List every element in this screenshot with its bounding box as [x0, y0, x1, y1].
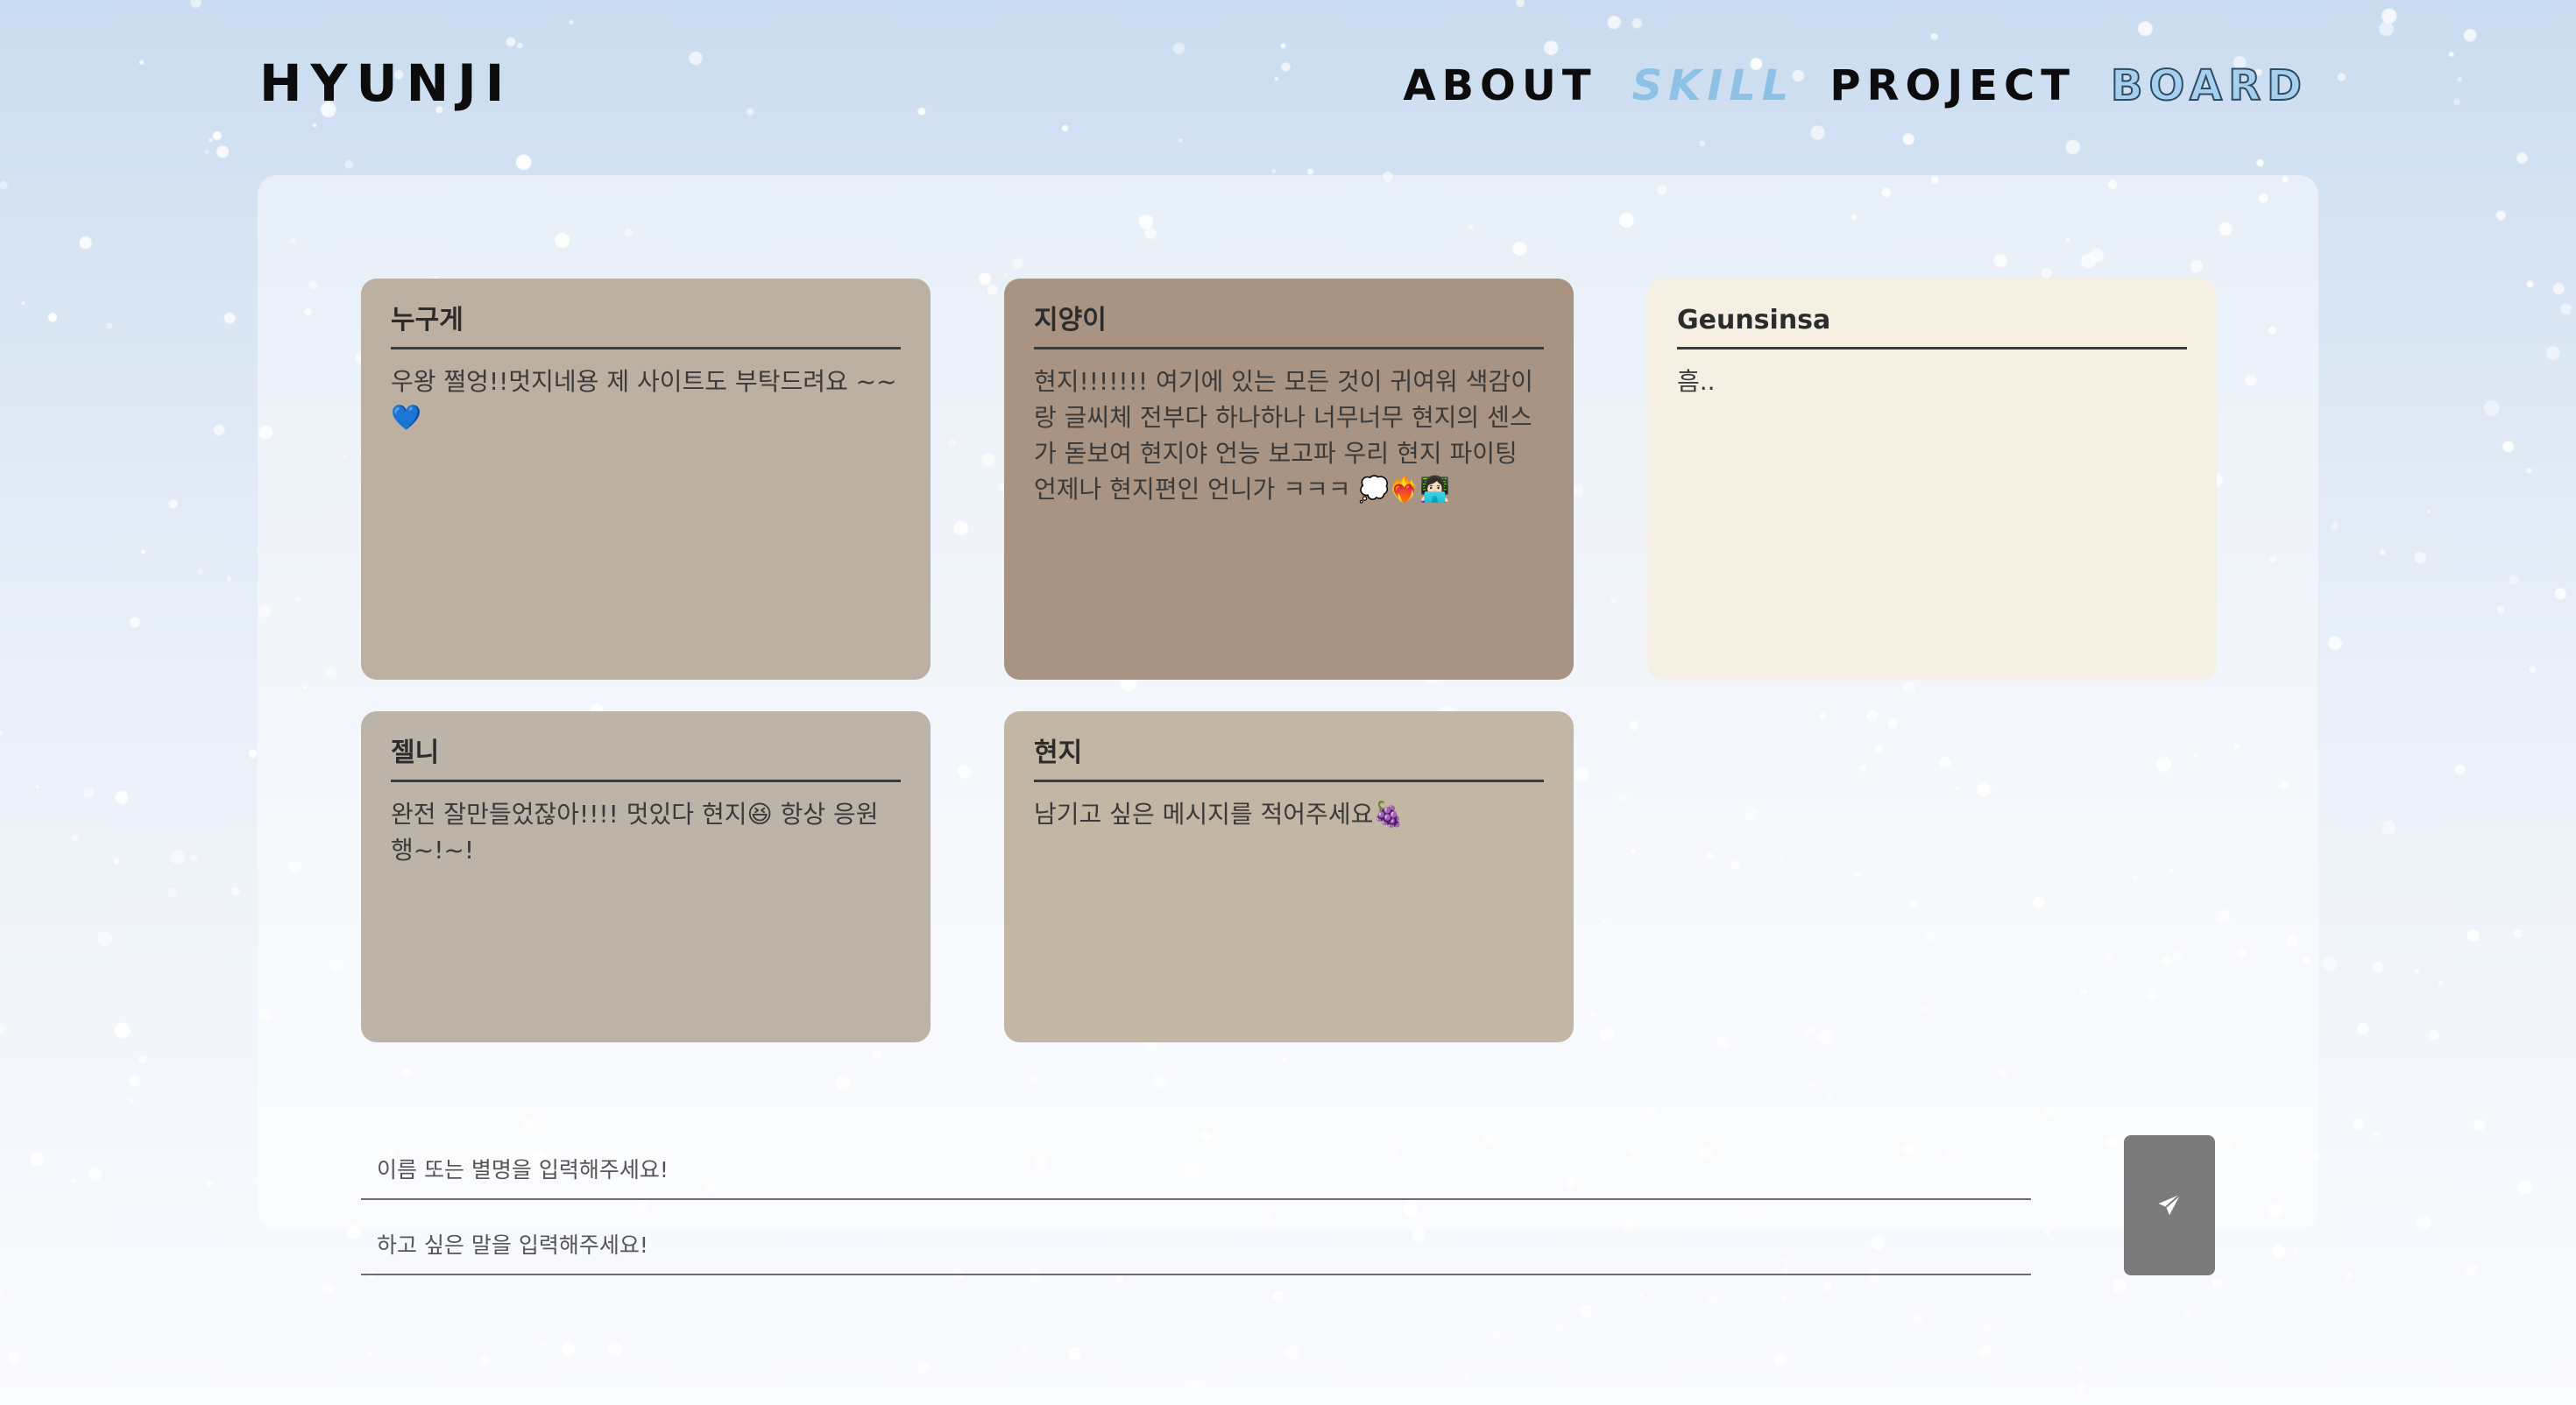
send-button[interactable]: [2124, 1135, 2215, 1275]
message-card: 누구게 우왕 쩔엉!!멋지네용 제 사이트도 부탁드려요 ~~ 💙: [361, 279, 931, 680]
card-author: 누구게: [391, 305, 901, 349]
paper-plane-icon: [2158, 1193, 2182, 1216]
card-message: 현지!!!!!!! 여기에 있는 모든 것이 귀여워 색감이랑 글씨체 전부다 …: [1034, 364, 1544, 507]
nav-project[interactable]: PROJECT: [1829, 65, 2076, 107]
nav-about[interactable]: ABOUT: [1403, 65, 1596, 107]
card-author: 현지: [1034, 738, 1544, 782]
card-message: 남기고 싶은 메시지를 적어주세요🍇: [1034, 796, 1544, 832]
site-header: HYUNJI ABOUT SKILL PROJECT BOARD: [0, 0, 2576, 175]
card-message-text: 흠..: [1677, 367, 1716, 396]
message-card: 젤니 완전 잘만들었잖아!!!! 멋있다 현지😆 항상 응원행~!~!: [361, 711, 931, 1042]
message-card: 지양이 현지!!!!!!! 여기에 있는 모든 것이 귀여워 색감이랑 글씨체 …: [1004, 279, 1574, 680]
card-message: 완전 잘만들었잖아!!!! 멋있다 현지😆 항상 응원행~!~!: [391, 796, 901, 868]
card-message-text: 현지!!!!!!! 여기에 있는 모든 것이 귀여워 색감이랑 글씨체 전부다 …: [1034, 367, 1533, 504]
card-message: 우왕 쩔엉!!멋지네용 제 사이트도 부탁드려요 ~~ 💙: [391, 364, 901, 435]
site-logo[interactable]: HYUNJI: [259, 58, 513, 109]
nav-skill[interactable]: SKILL: [1632, 65, 1795, 107]
card-author: Geunsinsa: [1677, 305, 2187, 349]
blue-heart-emoji: 💙: [391, 403, 421, 432]
card-author: 젤니: [391, 738, 901, 782]
guestbook-form: [361, 1132, 2031, 1275]
message-card: Geunsinsa 흠..: [1647, 279, 2217, 680]
nav-board[interactable]: BOARD: [2110, 64, 2308, 108]
card-message: 흠..: [1677, 364, 2187, 399]
card-author: 지양이: [1034, 305, 1544, 349]
name-input[interactable]: [361, 1132, 2031, 1200]
message-card: 현지 남기고 싶은 메시지를 적어주세요🍇: [1004, 711, 1574, 1042]
message-input[interactable]: [361, 1207, 2031, 1275]
card-message-text: 우왕 쩔엉!!멋지네용 제 사이트도 부탁드려요 ~~: [391, 367, 897, 396]
main-nav: ABOUT SKILL PROJECT BOARD: [1403, 64, 2308, 108]
card-message-text: 완전 잘만들었잖아!!!! 멋있다 현지😆 항상 응원행~!~!: [391, 800, 879, 865]
card-emoji: 💭❤️‍🔥👩🏻‍💻: [1358, 475, 1451, 504]
card-message-text: 남기고 싶은 메시지를 적어주세요: [1034, 800, 1374, 829]
grape-emoji: 🍇: [1373, 800, 1405, 829]
